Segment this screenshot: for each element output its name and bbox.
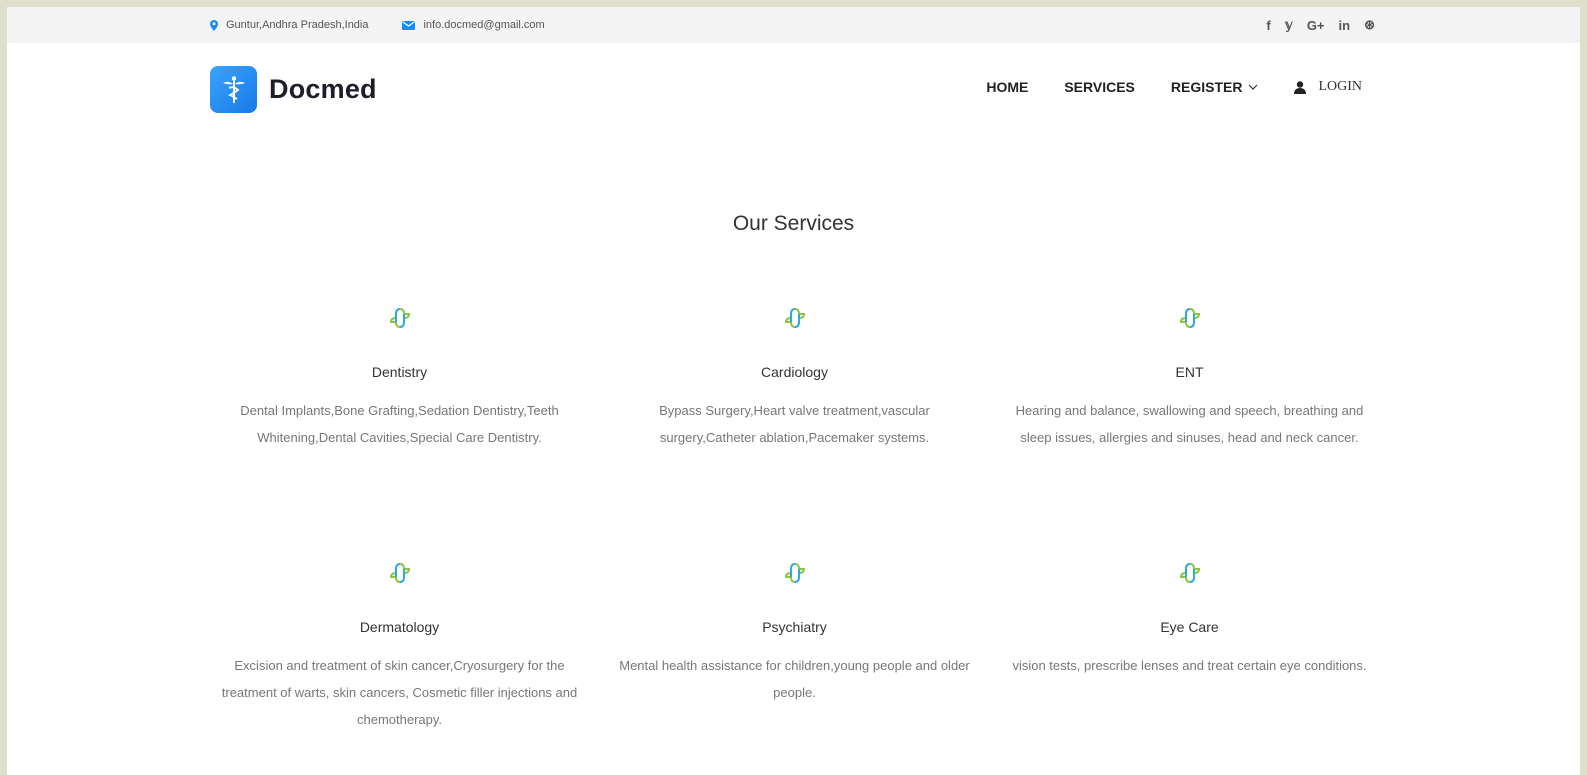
service-description: vision tests, prescribe lenses and treat… <box>1012 658 1367 673</box>
nav-register-label: REGISTER <box>1170 79 1243 95</box>
envelope-icon <box>402 20 416 30</box>
service-name: Eye Care <box>1160 619 1219 635</box>
service-name: Dermatology <box>359 619 440 635</box>
service-name: Psychiatry <box>762 619 827 635</box>
contact-info: Guntur,Andhra Pradesh,India info.docmed@… <box>210 7 579 43</box>
chevron-down-icon <box>1249 84 1258 90</box>
service-card-cardiology: Cardiology Bypass Surgery,Heart valve tr… <box>597 307 992 562</box>
main-nav: HOME SERVICES REGISTER LOGIN <box>950 79 1362 95</box>
service-card-dermatology: Dermatology Excision and treatment of sk… <box>202 562 597 762</box>
section-title: Our Services <box>732 212 855 235</box>
location-text: Guntur,Andhra Pradesh,India <box>226 19 369 31</box>
nav-login[interactable]: LOGIN <box>1294 79 1362 95</box>
service-card-ent: ENT Hearing and balance, swallowing and … <box>992 307 1387 562</box>
service-name: Cardiology <box>761 364 828 380</box>
service-description: Mental health assistance for children,yo… <box>619 658 970 700</box>
nav-register[interactable]: REGISTER <box>1171 79 1259 95</box>
email-text[interactable]: info.docmed@gmail.com <box>423 19 544 31</box>
service-description: Excision and treatment of skin cancer,Cr… <box>221 658 578 727</box>
google-plus-icon[interactable]: G+ <box>1307 18 1325 33</box>
brand-name: Docmed <box>269 74 377 104</box>
service-description: Bypass Surgery,Heart valve treatment,vas… <box>659 403 930 445</box>
linkedin-icon[interactable]: in <box>1339 18 1351 33</box>
medical-cross-icon <box>1179 308 1200 328</box>
service-card-dentistry: Dentistry Dental Implants,Bone Grafting,… <box>202 307 597 562</box>
caduceus-icon <box>210 66 257 113</box>
medical-cross-icon <box>784 308 805 328</box>
nav-services[interactable]: SERVICES <box>1064 79 1135 95</box>
service-name: Dentistry <box>371 364 428 380</box>
header: Docmed HOME SERVICES REGISTER LOGIN <box>7 43 1580 133</box>
twitter-icon[interactable]: 𝕪 <box>1285 17 1293 33</box>
service-card-eye-care: Eye Care vision tests, prescribe lenses … <box>992 562 1387 762</box>
top-bar: Guntur,Andhra Pradesh,India info.docmed@… <box>7 7 1580 43</box>
services-grid: Dentistry Dental Implants,Bone Grafting,… <box>202 307 1387 762</box>
service-description: Dental Implants,Bone Grafting,Sedation D… <box>240 403 559 445</box>
social-links: f 𝕪 G+ in ⊛ <box>1266 7 1375 43</box>
email-item[interactable]: info.docmed@gmail.com <box>402 19 545 31</box>
nav-login-label: LOGIN <box>1318 79 1362 94</box>
service-description: Hearing and balance, swallowing and spee… <box>1015 403 1364 445</box>
medical-cross-icon <box>1179 563 1200 583</box>
location-item: Guntur,Andhra Pradesh,India <box>210 19 368 31</box>
medical-cross-icon <box>784 563 805 583</box>
user-icon <box>1294 80 1307 94</box>
pinterest-icon[interactable]: ⊛ <box>1364 17 1375 33</box>
service-card-psychiatry: Psychiatry Mental health assistance for … <box>597 562 992 762</box>
medical-cross-icon <box>389 308 410 328</box>
service-name: ENT <box>1175 364 1204 380</box>
map-pin-icon <box>210 19 218 31</box>
facebook-icon[interactable]: f <box>1266 18 1270 33</box>
logo[interactable]: Docmed <box>210 66 377 113</box>
nav-home[interactable]: HOME <box>986 79 1028 95</box>
page: Guntur,Andhra Pradesh,India info.docmed@… <box>7 7 1580 775</box>
medical-cross-icon <box>389 563 410 583</box>
